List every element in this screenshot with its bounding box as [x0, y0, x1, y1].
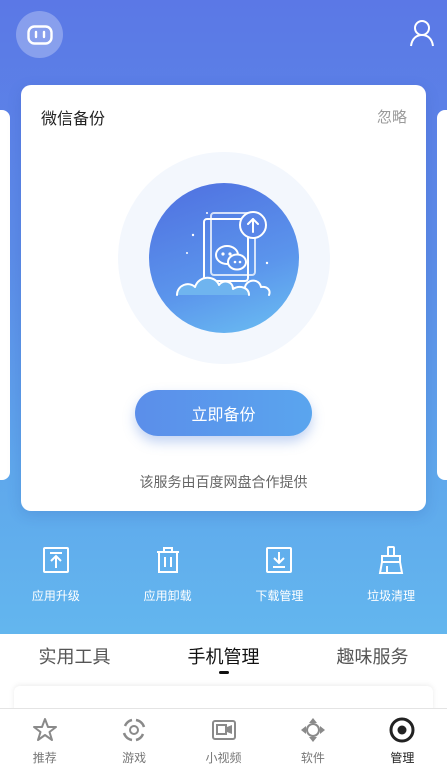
- broom-icon: [378, 546, 404, 574]
- previous-card-peek[interactable]: [0, 110, 10, 480]
- star-icon: [32, 718, 57, 741]
- download-icon: [266, 547, 293, 573]
- user-icon: [410, 20, 434, 47]
- wechat-backup-card: 微信备份 忽略 立即备份 该服务由百度网盘合作提供: [21, 85, 426, 511]
- tool-app-upgrade[interactable]: 应用升级: [0, 545, 112, 604]
- software-icon: [300, 718, 325, 742]
- tool-label: 下载管理: [255, 589, 304, 603]
- card-title: 微信备份: [41, 109, 106, 128]
- tool-junk-clean[interactable]: 垃圾清理: [335, 545, 447, 604]
- robot-button[interactable]: [16, 11, 63, 58]
- backup-illustration: [149, 183, 299, 333]
- upgrade-icon: [42, 547, 69, 573]
- backup-now-button[interactable]: 立即备份: [135, 390, 312, 436]
- nav-label: 游戏: [122, 751, 147, 765]
- nav-manage[interactable]: 管理: [358, 709, 447, 768]
- nav-software[interactable]: 软件: [268, 709, 357, 768]
- trash-icon: [156, 547, 179, 573]
- tool-label: 应用卸载: [143, 589, 192, 603]
- cloud-backup-icon: [176, 211, 271, 296]
- tab-utilities[interactable]: 实用工具: [0, 634, 149, 678]
- robot-icon: [26, 24, 53, 45]
- tool-download-manager[interactable]: 下载管理: [224, 545, 336, 604]
- bottom-navigation: 推荐 游戏 小视频 软件 管理: [0, 708, 447, 768]
- category-tabs: 实用工具 手机管理 趣味服务: [0, 634, 447, 678]
- nav-label: 软件: [300, 751, 325, 765]
- nav-short-video[interactable]: 小视频: [179, 709, 268, 768]
- nav-recommend[interactable]: 推荐: [0, 709, 89, 768]
- tool-label: 应用升级: [31, 589, 80, 603]
- nav-label: 管理: [390, 751, 415, 765]
- quick-tools-row: 应用升级 应用卸载 下载管理 垃圾清理: [0, 545, 447, 604]
- ignore-button[interactable]: 忽略: [377, 106, 407, 127]
- user-button[interactable]: [409, 18, 435, 48]
- tab-fun-services[interactable]: 趣味服务: [298, 634, 447, 678]
- game-icon: [122, 718, 146, 742]
- provider-text: 该服务由百度网盘合作提供: [139, 475, 308, 491]
- nav-label: 小视频: [205, 751, 242, 765]
- tool-label: 垃圾清理: [367, 589, 416, 603]
- nav-label: 推荐: [32, 751, 57, 765]
- video-icon: [211, 720, 236, 740]
- manage-icon: [389, 717, 415, 743]
- tab-phone-management[interactable]: 手机管理: [149, 634, 298, 678]
- next-card-peek[interactable]: [437, 110, 447, 480]
- nav-games[interactable]: 游戏: [89, 709, 178, 768]
- tool-app-uninstall[interactable]: 应用卸载: [112, 545, 224, 604]
